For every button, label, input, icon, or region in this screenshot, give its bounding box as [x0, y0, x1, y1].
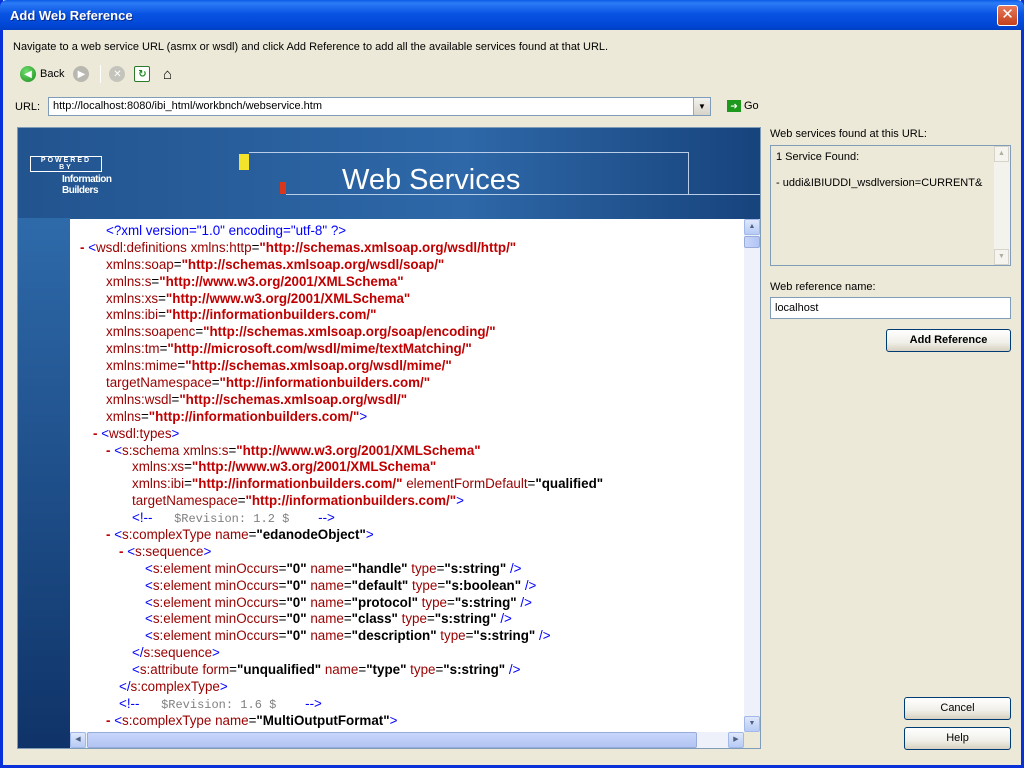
url-combobox[interactable]: http://localhost:8080/ibi_html/workbnch/…: [48, 97, 711, 116]
back-label: Back: [40, 68, 65, 80]
yellow-accent: [239, 154, 249, 170]
xml-line[interactable]: - <s:complexType name="MultiOutputFormat…: [70, 713, 744, 730]
add-web-reference-dialog: Add Web Reference ✕ Navigate to a web se…: [0, 0, 1024, 768]
ref-name-field[interactable]: [771, 298, 1010, 318]
chevron-down-icon: ▼: [698, 102, 706, 111]
xml-line[interactable]: - <s:sequence>: [70, 544, 744, 561]
xml-line: targetNamespace="http://informationbuild…: [106, 375, 431, 391]
brand-line1: Information: [62, 174, 112, 185]
vertical-scroll-thumb[interactable]: [744, 236, 760, 248]
horizontal-scroll-thumb[interactable]: [87, 732, 697, 748]
collapse-toggle-icon[interactable]: -: [93, 426, 101, 441]
url-dropdown-button[interactable]: ▼: [693, 98, 710, 115]
xml-line: targetNamespace="http://informationbuild…: [132, 493, 464, 509]
close-button[interactable]: ✕: [997, 5, 1018, 26]
found-service-item[interactable]: - uddi&IBIUDDI_wsdlversion=CURRENT&: [776, 177, 982, 189]
back-arrow-icon: ◀: [20, 66, 36, 82]
xml-line: xmlns:xs="http://www.w3.org/2001/XMLSche…: [106, 290, 411, 306]
banner-line: [249, 152, 689, 153]
home-icon: ⌂: [162, 65, 172, 83]
collapse-toggle-icon[interactable]: -: [80, 240, 88, 255]
collapse-toggle-icon[interactable]: -: [106, 443, 114, 458]
powered-by-text: POWERED BY: [30, 156, 102, 172]
xml-line: <s:element minOccurs="0" name="class" ty…: [145, 611, 512, 627]
xml-line: <!-- $Revision: 1.2 $ -->: [132, 510, 335, 527]
scroll-up-icon[interactable]: ▲: [994, 146, 1009, 162]
scroll-down-icon[interactable]: ▼: [994, 249, 1009, 265]
window-title: Add Web Reference: [10, 8, 133, 23]
xml-line: <s:element minOccurs="0" name="descripti…: [145, 628, 551, 644]
xml-line[interactable]: - <s:complexType name="edanodeObject">: [70, 527, 744, 544]
xml-line[interactable]: - <s:schema xmlns:s="http://www.w3.org/2…: [70, 443, 744, 460]
brand-line2: Builders: [62, 185, 99, 196]
xml-content: <?xml version="1.0" encoding="utf-8" ?> -…: [70, 223, 744, 730]
xml-line: <s:element minOccurs="0" name="protocol"…: [145, 594, 532, 610]
xml-line: </s:complexType>: [119, 679, 228, 695]
banner-title: Web Services: [342, 164, 521, 196]
stop-button[interactable]: ✕: [106, 63, 128, 85]
xml-line[interactable]: - <wsdl:types>: [70, 426, 744, 443]
forward-button[interactable]: ▶: [70, 63, 92, 85]
go-button[interactable]: ➜ Go: [727, 100, 759, 112]
xml-line: <?xml version="1.0" encoding="utf-8" ?>: [106, 223, 347, 238]
navigation-toolbar: ◀ Back ▶ ✕ ↻ ⌂: [17, 62, 181, 86]
url-label: URL:: [15, 101, 41, 113]
banner-line: [688, 152, 689, 194]
back-button[interactable]: ◀ Back: [17, 63, 67, 85]
xml-line: xmlns:soap="http://schemas.xmlsoap.org/w…: [106, 256, 445, 272]
stop-icon: ✕: [109, 66, 126, 82]
found-list-scrollbar[interactable]: ▲ ▼: [994, 146, 1010, 265]
xml-document[interactable]: <?xml version="1.0" encoding="utf-8" ?> -…: [70, 219, 760, 748]
xml-line: xmlns:tm="http://microsoft.com/wsdl/mime…: [106, 341, 472, 357]
banner-left-strip: [18, 218, 70, 748]
xml-line: xmlns="http://informationbuilders.com/">: [106, 408, 368, 424]
home-button[interactable]: ⌂: [156, 63, 178, 85]
xml-line: xmlns:xs="http://www.w3.org/2001/XMLSche…: [132, 459, 437, 475]
scroll-right-icon[interactable]: ▶: [728, 732, 744, 748]
close-icon: ✕: [1001, 6, 1014, 23]
instruction-text: Navigate to a web service URL (asmx or w…: [13, 41, 609, 53]
refresh-button[interactable]: ↻: [131, 63, 153, 85]
scroll-left-icon[interactable]: ◀: [70, 732, 86, 748]
found-services-label: Web services found at this URL:: [770, 128, 927, 140]
xml-line: xmlns:ibi="http://informationbuilders.co…: [132, 476, 604, 492]
add-reference-button[interactable]: Add Reference: [886, 329, 1011, 352]
scrollbar-corner: [744, 732, 760, 748]
xml-line: xmlns:soapenc="http://schemas.xmlsoap.or…: [106, 324, 496, 340]
scroll-down-icon[interactable]: ▼: [744, 716, 760, 732]
xml-line: <s:element minOccurs="0" name="handle" t…: [145, 560, 522, 576]
go-label: Go: [744, 100, 759, 112]
xml-line[interactable]: - <wsdl:definitions xmlns:http="http://s…: [70, 240, 744, 257]
browser-pane[interactable]: POWERED BY Information Builders Web Serv…: [17, 127, 761, 749]
found-services-list[interactable]: 1 Service Found: - uddi&IBIUDDI_wsdlvers…: [770, 145, 1011, 266]
horizontal-scrollbar[interactable]: ◀ ▶: [70, 732, 744, 748]
vertical-scrollbar[interactable]: ▲ ▼: [744, 219, 760, 732]
go-arrow-icon: ➜: [727, 100, 741, 112]
scroll-up-icon[interactable]: ▲: [744, 219, 760, 235]
xml-line: </s:sequence>: [132, 645, 220, 661]
xml-line: xmlns:wsdl="http://schemas.xmlsoap.org/w…: [106, 391, 408, 407]
title-bar[interactable]: Add Web Reference ✕: [0, 0, 1024, 30]
collapse-toggle-icon[interactable]: -: [106, 713, 114, 728]
forward-arrow-icon: ▶: [73, 66, 90, 82]
refresh-icon: ↻: [134, 66, 151, 82]
ref-name-label: Web reference name:: [770, 281, 876, 293]
xml-line: <s:element minOccurs="0" name="default" …: [145, 577, 537, 593]
cancel-button[interactable]: Cancel: [904, 697, 1011, 720]
red-accent: [280, 182, 286, 194]
xml-line: xmlns:mime="http://schemas.xmlsoap.org/w…: [106, 358, 452, 374]
information-builders-logo: POWERED BY Information Builders: [30, 156, 130, 196]
collapse-toggle-icon[interactable]: -: [119, 544, 127, 559]
ref-name-field-box[interactable]: [770, 297, 1011, 319]
xml-line: xmlns:ibi="http://informationbuilders.co…: [106, 307, 377, 323]
url-input[interactable]: http://localhost:8080/ibi_html/workbnch/…: [53, 100, 322, 112]
xml-line: xmlns:s="http://www.w3.org/2001/XMLSchem…: [106, 273, 404, 289]
found-count: 1 Service Found:: [776, 151, 860, 163]
xml-line: <!-- $Revision: 1.6 $ -->: [119, 695, 322, 712]
collapse-toggle-icon[interactable]: -: [106, 527, 114, 542]
xml-line: <s:attribute form="unqualified" name="ty…: [132, 662, 521, 678]
help-button[interactable]: Help: [904, 727, 1011, 750]
toolbar-separator: [100, 65, 102, 83]
